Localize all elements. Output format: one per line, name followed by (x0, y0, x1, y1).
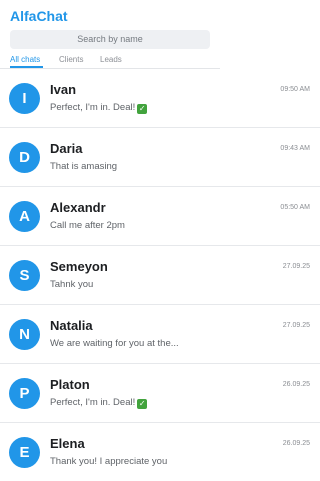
message-time: 05:50 AM (280, 204, 310, 211)
contact-name: Natalia (50, 318, 93, 333)
message-time: 09:43 AM (280, 145, 310, 152)
avatar: E (9, 437, 40, 468)
chat-list-item[interactable]: I Ivan 09:50 AM Perfect, I'm in. Deal! ✓ (0, 69, 320, 128)
avatar: N (9, 319, 40, 350)
last-message-text: Perfect, I'm in. Deal! (50, 397, 136, 408)
avatar: D (9, 142, 40, 173)
last-message: That is amasing (50, 161, 118, 172)
last-message: We are waiting for you at the... (50, 338, 179, 349)
chat-list: I Ivan 09:50 AM Perfect, I'm in. Deal! ✓ … (0, 69, 320, 481)
chat-list-item[interactable]: S Semeyon 27.09.25 Tahnk you (0, 246, 320, 305)
avatar: I (9, 83, 40, 114)
chat-list-item[interactable]: A Alexandr 05:50 AM Call me after 2pm (0, 187, 320, 246)
avatar: P (9, 378, 40, 409)
avatar: S (9, 260, 40, 291)
last-message: Thank you! I appreciate you (50, 456, 168, 467)
check-mark-button-icon: ✓ (137, 104, 148, 114)
tab-leads[interactable]: Leads (100, 55, 122, 64)
chat-filter-tabs: All chats Clients Leads (0, 52, 220, 69)
app-title: AlfaChat (10, 8, 68, 24)
last-message: Tahnk you (50, 279, 94, 290)
contact-name: Platon (50, 377, 90, 392)
contact-name: Semeyon (50, 259, 108, 274)
message-time: 09:50 AM (280, 86, 310, 93)
check-mark-button-icon: ✓ (137, 399, 148, 409)
last-message: Perfect, I'm in. Deal! ✓ (50, 102, 200, 114)
message-time: 26.09.25 (282, 381, 310, 388)
chat-list-item[interactable]: P Platon 26.09.25 Perfect, I'm in. Deal!… (0, 364, 320, 423)
last-message-text: Perfect, I'm in. Deal! (50, 102, 136, 113)
avatar: A (9, 201, 40, 232)
chat-list-item[interactable]: N Natalia 27.09.25 We are waiting for yo… (0, 305, 320, 364)
message-time: 27.09.25 (282, 263, 310, 270)
chat-list-item[interactable]: D Daria 09:43 AM That is amasing (0, 128, 320, 187)
contact-name: Daria (50, 141, 83, 156)
chat-list-item[interactable]: E Elena 26.09.25 Thank you! I appreciate… (0, 423, 320, 481)
last-message: Call me after 2pm (50, 220, 125, 231)
app-header: AlfaChat Search by name All chats Client… (0, 0, 220, 69)
contact-name: Alexandr (50, 200, 106, 215)
message-time: 26.09.25 (282, 440, 310, 447)
last-message: Perfect, I'm in. Deal! ✓ (50, 397, 200, 409)
message-time: 27.09.25 (282, 322, 310, 329)
contact-name: Elena (50, 436, 85, 451)
search-input[interactable]: Search by name (10, 30, 210, 49)
tab-clients[interactable]: Clients (59, 55, 83, 64)
tab-all-chats[interactable]: All chats (10, 55, 40, 64)
active-tab-indicator (10, 66, 43, 68)
contact-name: Ivan (50, 82, 77, 97)
